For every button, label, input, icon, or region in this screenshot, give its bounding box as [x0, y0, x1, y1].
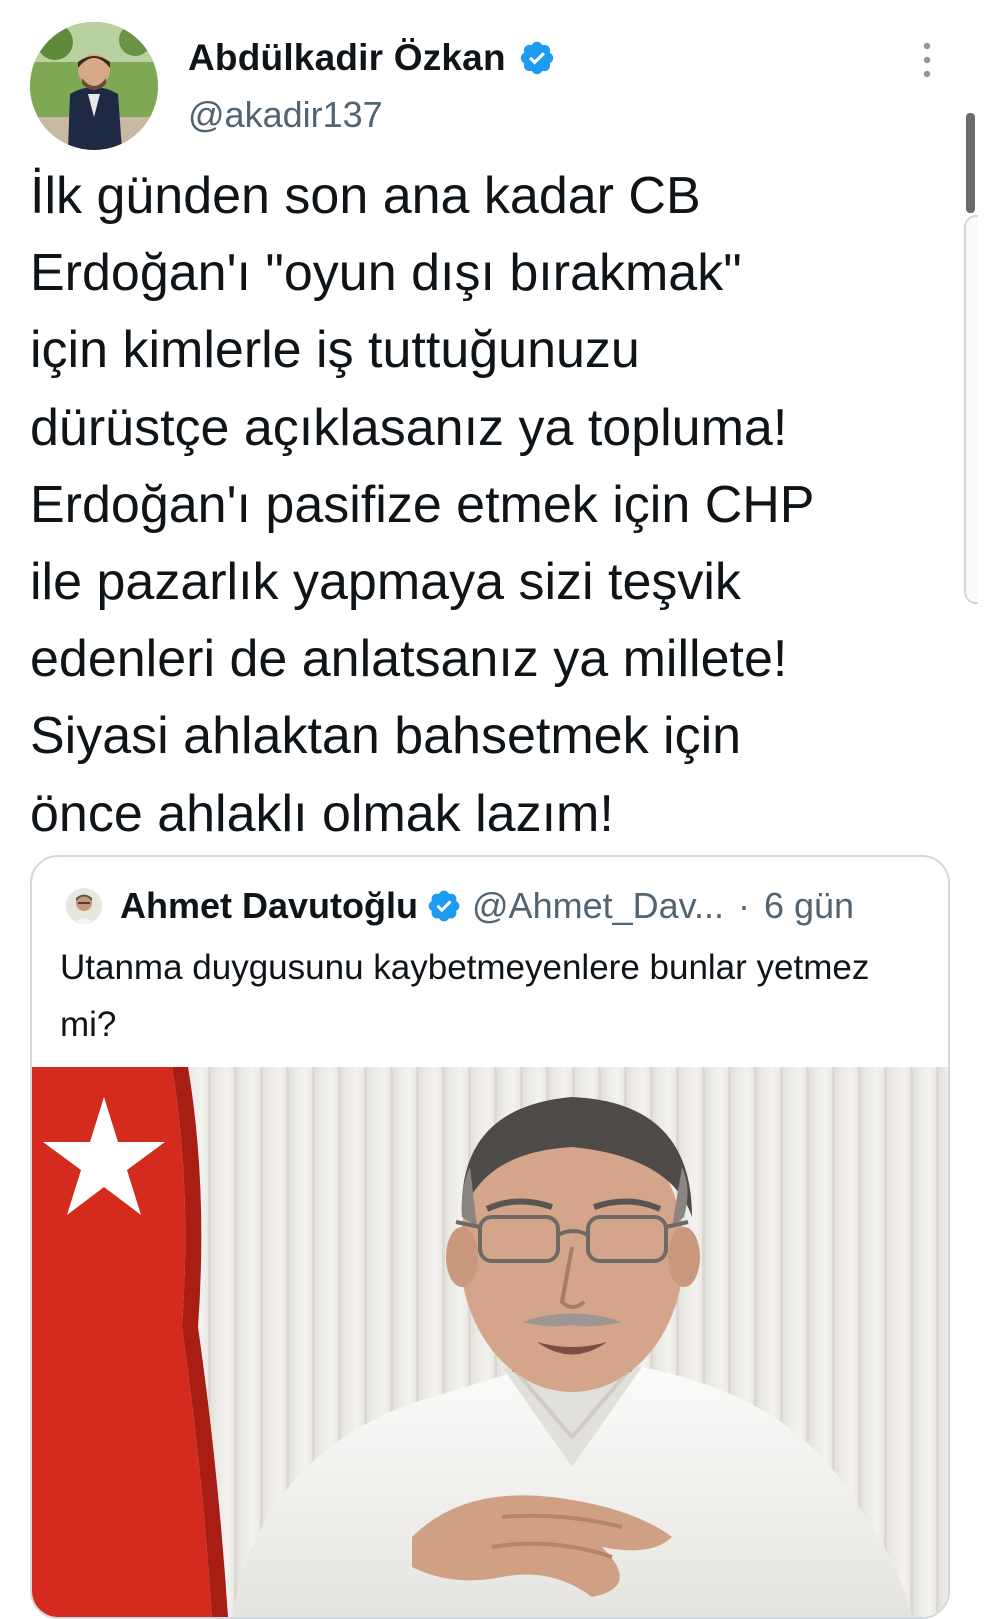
quoted-author-avatar[interactable] [66, 888, 102, 924]
quoted-tweet-time[interactable]: 6 gün [764, 885, 854, 927]
author-name-row: Abdülkadir Özkan [188, 36, 556, 80]
quoted-author-name[interactable]: Ahmet Davutoğlu [120, 885, 418, 927]
quoted-author-handle[interactable]: @Ahmet_Dav... [472, 885, 724, 927]
quoted-tweet-image[interactable] [32, 1067, 948, 1617]
author-handle[interactable]: @akadir137 [188, 94, 383, 136]
more-vertical-icon[interactable] [912, 38, 942, 82]
quoted-tweet-text: Utanma duygusunu kaybetmeyenlere bunlar … [60, 948, 870, 1044]
dot-separator: · [737, 885, 750, 926]
author-avatar[interactable] [30, 22, 158, 150]
author-display-name[interactable]: Abdülkadir Özkan [188, 37, 506, 79]
quoted-tweet-card[interactable]: Ahmet Davutoğlu @Ahmet_Dav... · 6 gün Ut… [30, 855, 950, 1619]
tweet: Abdülkadir Özkan @akadir137 İlk günden s… [0, 0, 995, 1619]
quoted-tweet-header: Ahmet Davutoğlu @Ahmet_Dav... · 6 gün [66, 883, 854, 929]
scrollbar-track[interactable] [964, 215, 978, 604]
tweet-text: İlk günden son ana kadar CB Erdoğan'ı "o… [30, 167, 815, 843]
scrollbar-thumb[interactable] [966, 113, 975, 213]
verified-badge-icon [518, 39, 556, 77]
verified-badge-icon [426, 888, 462, 924]
